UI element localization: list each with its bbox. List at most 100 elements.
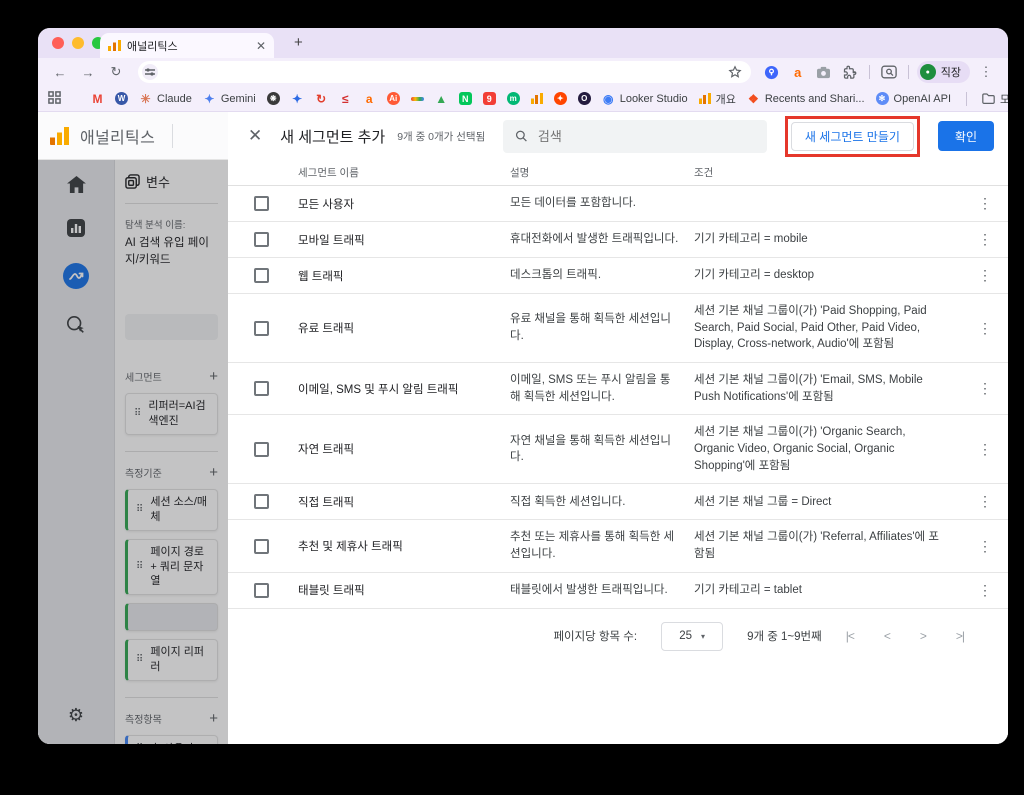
first-page-button[interactable]: |< xyxy=(846,629,855,643)
ga-header: 애널리틱스 xyxy=(38,112,228,160)
segment-condition: 세션 기본 채널 그룹이(가) 'Paid Shopping, Paid Sea… xyxy=(694,305,927,351)
bookmark-ai-circle[interactable]: Ai xyxy=(386,92,400,105)
bookmark-rainbow-dash[interactable] xyxy=(410,96,424,101)
row-menu-icon[interactable]: ⋮ xyxy=(962,231,1008,248)
segment-checkbox[interactable] xyxy=(254,196,269,211)
all-bookmarks-label: 모든 북마크 xyxy=(1000,93,1008,106)
tab-strip: 애널리틱스 ✕ + xyxy=(38,28,1008,58)
bookmark-analytics[interactable] xyxy=(530,93,543,104)
segment-row[interactable]: 웹 트래픽 데스크톱의 트래픽. 기기 카테고리 = desktop ⋮ xyxy=(228,258,1008,294)
new-tab-button[interactable]: + xyxy=(286,34,311,51)
alibaba-extension-icon[interactable]: a xyxy=(787,65,809,80)
medium-green-icon: m xyxy=(506,92,520,105)
dark-o-icon: O xyxy=(577,92,591,105)
bookmark-alibaba[interactable]: a xyxy=(363,92,376,106)
bookmark-ga-overview[interactable]: 개요 xyxy=(698,91,736,107)
segment-description: 자연 채널을 통해 획득한 세션입니다. xyxy=(510,434,671,464)
segment-checkbox[interactable] xyxy=(254,381,269,397)
segment-description: 데스크톱의 트래픽. xyxy=(510,269,602,282)
bookmark-google-drive[interactable]: ▲ xyxy=(435,92,448,106)
tab-search-icon[interactable] xyxy=(878,65,900,79)
last-page-button[interactable]: >| xyxy=(956,629,965,643)
bookmark-sparkle[interactable]: ✦ xyxy=(291,92,304,106)
browser-menu-button[interactable]: ⋮ xyxy=(974,64,998,80)
browser-tab[interactable]: 애널리틱스 ✕ xyxy=(100,33,274,58)
password-manager-icon[interactable] xyxy=(761,65,783,80)
back-button[interactable]: ← xyxy=(48,65,72,80)
segment-row[interactable]: 이메일, SMS 및 푸시 알림 트래픽 이메일, SMS 또는 푸시 알림을 통… xyxy=(228,363,1008,416)
bookmark-wordpress[interactable]: W xyxy=(115,92,128,105)
search-input[interactable] xyxy=(537,128,755,144)
profile-chip[interactable]: ● 직장 xyxy=(916,61,970,83)
dialog-close-icon[interactable]: ✕ xyxy=(248,126,262,146)
bookmark-red-swirl[interactable]: ↻ xyxy=(315,92,328,106)
bookmark-reddit[interactable]: ✦ xyxy=(553,92,567,105)
segment-row[interactable]: 모든 사용자 모든 데이터를 포함합니다. ⋮ xyxy=(228,186,1008,222)
red-app-icon: 9 xyxy=(482,92,496,105)
minimize-window-button[interactable] xyxy=(72,37,84,49)
row-menu-icon[interactable]: ⋮ xyxy=(962,320,1008,337)
segment-row[interactable]: 직접 트래픽 직접 획득한 세션입니다. 세션 기본 채널 그룹 = Direct ⋮ xyxy=(228,484,1008,521)
bookmark-naver[interactable]: N xyxy=(458,92,472,105)
items-per-page-label: 페이지당 항목 수: xyxy=(553,631,638,644)
bookmark-looker-studio[interactable]: ◉ Looker Studio xyxy=(602,92,688,106)
segment-row[interactable]: 자연 트래픽 자연 채널을 통해 획득한 세션입니다. 세션 기본 채널 그룹이(가… xyxy=(228,415,1008,485)
next-page-button[interactable]: > xyxy=(920,629,927,643)
row-menu-icon[interactable]: ⋮ xyxy=(962,380,1008,397)
openai-icon: ✻ xyxy=(875,92,889,105)
bookmark-red-check[interactable]: ≤ xyxy=(339,92,352,106)
segment-checkbox[interactable] xyxy=(254,441,269,457)
bookmark-label: 개요 xyxy=(715,93,736,106)
segment-description: 모든 데이터를 포함합니다. xyxy=(510,197,636,210)
row-menu-icon[interactable]: ⋮ xyxy=(962,538,1008,555)
segment-checkbox[interactable] xyxy=(254,494,269,510)
segment-checkbox[interactable] xyxy=(254,232,269,247)
segment-row[interactable]: 모바일 트래픽 휴대전화에서 발생한 트래픽입니다. 기기 카테고리 = mobil… xyxy=(228,222,1008,258)
selection-count: 9개 중 0개가 선택됨 xyxy=(397,130,486,143)
reload-button[interactable]: ↻ xyxy=(104,64,128,80)
chevron-down-icon: ▾ xyxy=(700,631,705,641)
segment-name: 자연 트래픽 xyxy=(298,444,355,457)
address-bar[interactable] xyxy=(138,61,751,83)
bookmark-figma[interactable]: ❖ Recents and Shari... xyxy=(747,92,865,106)
all-bookmarks-button[interactable]: 모든 북마크 xyxy=(982,91,1008,107)
row-menu-icon[interactable]: ⋮ xyxy=(962,195,1008,212)
segment-search[interactable] xyxy=(503,119,767,153)
create-segment-button[interactable]: 새 세그먼트 만들기 xyxy=(790,121,914,151)
site-info-icon[interactable] xyxy=(142,64,158,80)
tab-close-icon[interactable]: ✕ xyxy=(256,39,266,53)
confirm-button[interactable]: 확인 xyxy=(937,121,994,151)
checkbox-cell xyxy=(228,381,298,397)
bookmark-openai[interactable]: ✻ OpenAI API xyxy=(875,92,951,105)
bookmark-red-app[interactable]: 9 xyxy=(482,92,496,105)
row-menu-icon[interactable]: ⋮ xyxy=(962,441,1008,458)
segment-checkbox[interactable] xyxy=(254,320,269,336)
screenshot-icon[interactable] xyxy=(813,66,835,79)
row-menu-icon[interactable]: ⋮ xyxy=(962,582,1008,599)
bookmark-gemini[interactable]: ✦ Gemini xyxy=(203,92,255,106)
segment-checkbox[interactable] xyxy=(254,582,269,598)
forward-button[interactable]: → xyxy=(76,65,100,80)
segment-row[interactable]: 추천 및 제휴사 트래픽 추천 또는 제휴사를 통해 획득한 세션입니다. 세션 기… xyxy=(228,520,1008,573)
segment-name: 유료 트래픽 xyxy=(298,323,355,335)
row-menu-icon[interactable]: ⋮ xyxy=(962,493,1008,510)
bookmark-star-icon[interactable] xyxy=(724,65,746,79)
row-menu-icon[interactable]: ⋮ xyxy=(962,267,1008,284)
extensions-puzzle-icon[interactable] xyxy=(839,65,861,80)
bookmark-medium-green[interactable]: m xyxy=(506,92,520,105)
page-size-select[interactable]: 25 ▾ xyxy=(661,621,724,651)
apps-grid-icon[interactable] xyxy=(48,90,61,107)
close-window-button[interactable] xyxy=(52,37,64,49)
segment-checkbox[interactable] xyxy=(254,538,269,554)
bookmark-gmail[interactable]: M xyxy=(91,92,104,106)
segment-checkbox[interactable] xyxy=(254,268,269,283)
segment-description: 유료 채널을 통해 획득한 세션입니다. xyxy=(510,313,671,342)
bookmark-chatgpt[interactable]: ❋ xyxy=(266,92,280,105)
browser-toolbar: ← → ↻ a ● 직장 ⋮ xyxy=(38,58,1008,86)
segment-row[interactable]: 유료 트래픽 유료 채널을 통해 획득한 세션입니다. 세션 기본 채널 그룹이(가… xyxy=(228,294,1008,364)
bookmark-claude[interactable]: ✳ Claude xyxy=(139,92,191,106)
prev-page-button[interactable]: < xyxy=(884,629,891,643)
bookmark-dark-o[interactable]: O xyxy=(577,92,591,105)
segment-row[interactable]: 태블릿 트래픽 태블릿에서 발생한 트래픽입니다. 기기 카테고리 = tablet… xyxy=(228,573,1008,609)
checkbox-cell xyxy=(228,232,298,247)
